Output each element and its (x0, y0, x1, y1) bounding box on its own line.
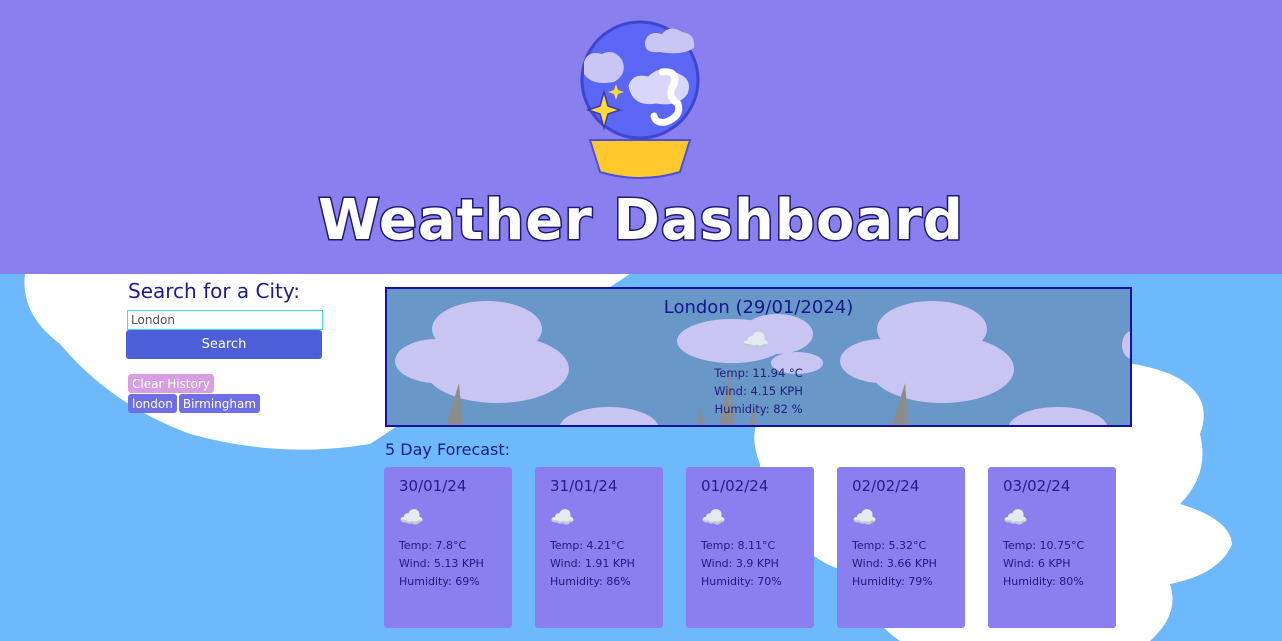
search-input[interactable] (127, 310, 323, 330)
forecast-wind: Wind: 3.9 KPH (701, 557, 779, 570)
forecast-date: 01/02/24 (701, 477, 769, 495)
current-humidity: Humidity: 82 % (714, 402, 803, 416)
forecast-temp: Temp: 4.21°C (550, 539, 625, 552)
forecast-wind: Wind: 5.13 KPH (399, 557, 484, 570)
forecast-card: 31/01/24 ☁️ Temp: 4.21°C Wind: 1.91 KPH … (535, 467, 663, 628)
search-button[interactable]: Search (126, 330, 322, 359)
forecast-wind: Wind: 1.91 KPH (550, 557, 635, 570)
search-heading: Search for a City: (128, 279, 301, 303)
forecast-temp: Temp: 7.8°C (399, 539, 467, 552)
forecast-card: 02/02/24 ☁️ Temp: 5.32°C Wind: 3.66 KPH … (837, 467, 965, 628)
forecast-card: 03/02/24 ☁️ Temp: 10.75°C Wind: 6 KPH Hu… (988, 467, 1116, 628)
forecast-temp: Temp: 5.32°C (852, 539, 927, 552)
forecast-card: 30/01/24 ☁️ Temp: 7.8°C Wind: 5.13 KPH H… (384, 467, 512, 628)
cloud-icon: ☁️ (852, 505, 877, 529)
forecast-humidity: Humidity: 79% (852, 575, 933, 588)
cloud-icon: ☁️ (399, 505, 424, 529)
forecast-temp: Temp: 10.75°C (1003, 539, 1085, 552)
page-title: Weather Dashboard (317, 187, 965, 255)
header: Weather Dashboard (0, 0, 1282, 274)
forecast-humidity: Humidity: 86% (550, 575, 631, 588)
clear-history-button[interactable]: Clear History (128, 374, 214, 393)
crystal-ball-weather-icon (580, 20, 700, 179)
history-item-london[interactable]: london (128, 394, 177, 413)
cloud-icon: ☁️ (742, 329, 770, 354)
cloud-icon: ☁️ (701, 505, 726, 529)
search-history: london Birmingham (128, 394, 261, 413)
forecast-wind: Wind: 3.66 KPH (852, 557, 937, 570)
current-temp: Temp: 11.94 °C (714, 366, 803, 380)
forecast-heading: 5 Day Forecast: (385, 440, 511, 459)
cloud-icon: ☁️ (550, 505, 575, 529)
forecast-date: 31/01/24 (550, 477, 618, 495)
forecast-date: 02/02/24 (852, 477, 920, 495)
cloud-icon: ☁️ (1003, 505, 1028, 529)
forecast-humidity: Humidity: 80% (1003, 575, 1084, 588)
current-wind: Wind: 4.15 KPH (714, 384, 803, 398)
current-weather-panel: London (29/01/2024) ☁️ Temp: 11.94 °C Wi… (385, 287, 1132, 427)
forecast-humidity: Humidity: 70% (701, 575, 782, 588)
forecast-card: 01/02/24 ☁️ Temp: 8.11°C Wind: 3.9 KPH H… (686, 467, 814, 628)
current-city-date: London (29/01/2024) (663, 297, 854, 318)
forecast-temp: Temp: 8.11°C (701, 539, 776, 552)
forecast-date: 30/01/24 (399, 477, 467, 495)
forecast-humidity: Humidity: 69% (399, 575, 480, 588)
history-item-birmingham[interactable]: Birmingham (178, 394, 261, 413)
forecast-date: 03/02/24 (1003, 477, 1071, 495)
forecast-wind: Wind: 6 KPH (1003, 557, 1071, 570)
